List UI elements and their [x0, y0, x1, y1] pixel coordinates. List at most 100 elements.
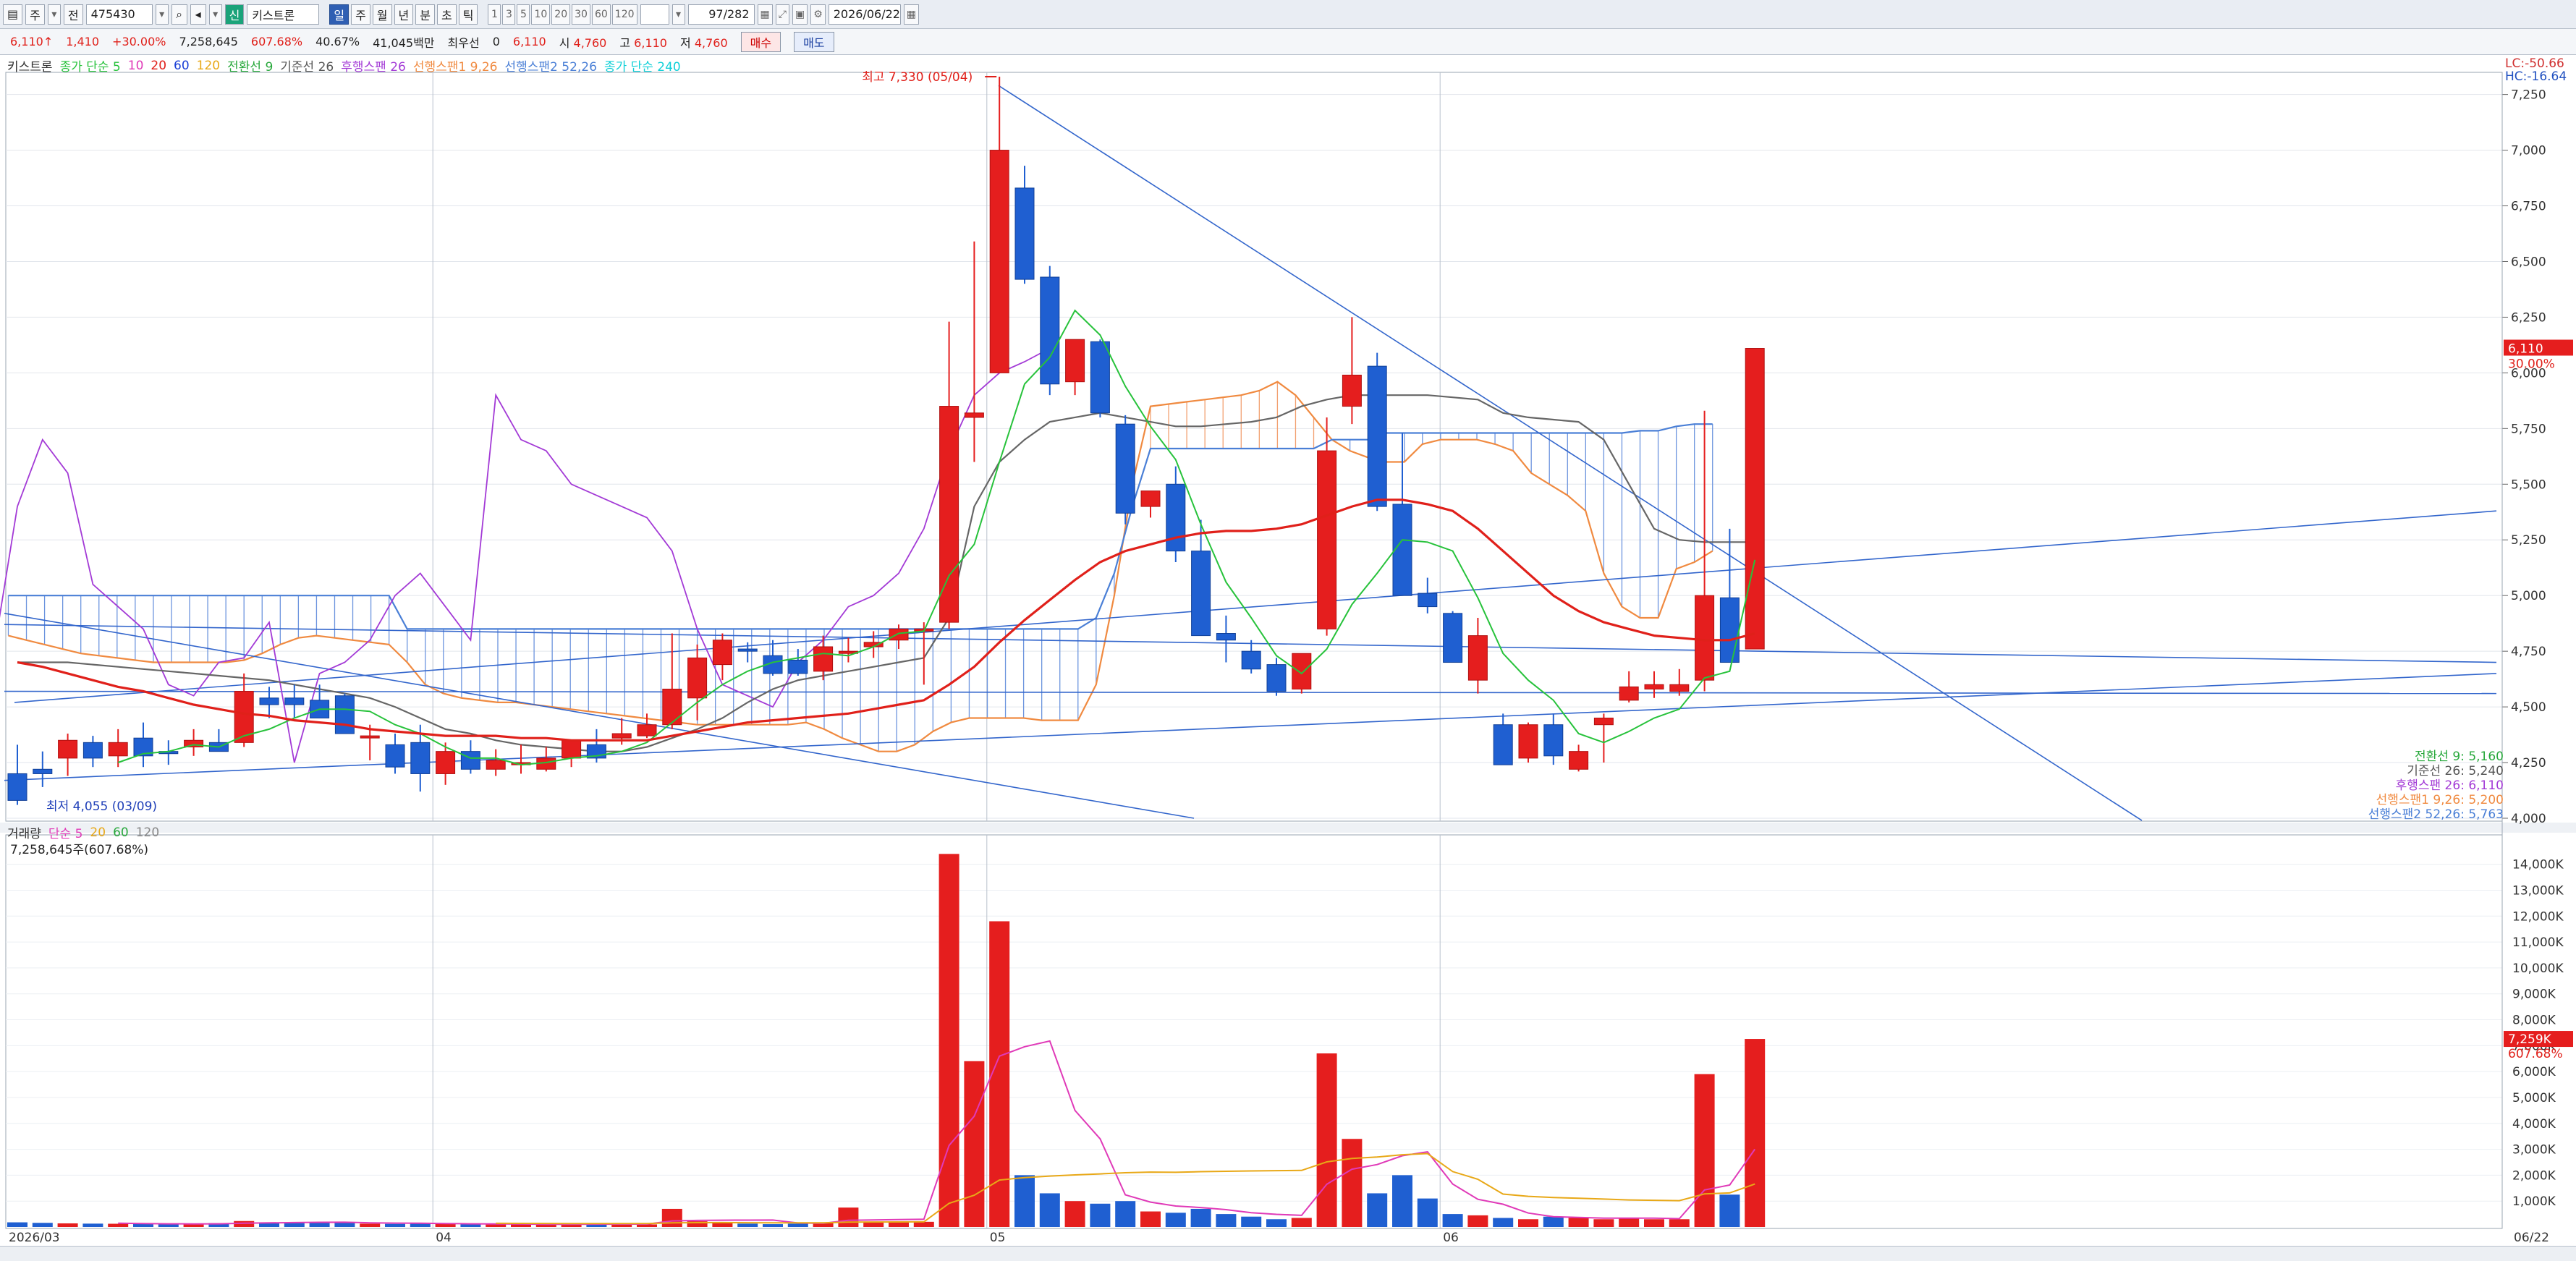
chevron-down-icon[interactable]: ▾: [155, 4, 169, 25]
quote-bar: 6,110↑ 1,410 +30.00% 7,258,645 607.68% 4…: [0, 29, 2576, 55]
chart-canvas[interactable]: 4,000 4,250 4,500 4,750 5,000 5,250 5,500 5,750…: [0, 55, 2576, 1246]
volume-bar: [661, 1208, 682, 1227]
volume-bar: [964, 1061, 985, 1227]
interval-0[interactable]: 1: [488, 4, 501, 25]
volume-bar: [334, 1223, 355, 1227]
period-tab-6[interactable]: 틱: [458, 4, 478, 25]
interval-3[interactable]: 10: [531, 4, 551, 25]
candle-body: [1040, 276, 1060, 385]
buy-button[interactable]: 매수: [740, 31, 781, 52]
period-tab-3[interactable]: 년: [394, 4, 414, 25]
price_legend-item[interactable]: 종가 단순 240: [604, 56, 681, 75]
mode-select[interactable]: 주: [25, 4, 45, 25]
price_legend-item[interactable]: 선행스팬2 52,26: [504, 56, 596, 75]
lc-label: LC:-50.66: [2505, 56, 2564, 71]
chevron-down-icon[interactable]: ▾: [671, 4, 685, 25]
candle-body: [889, 628, 909, 641]
pref-label: 최우선: [447, 35, 480, 50]
y-tick-label: 6,250: [2511, 310, 2546, 325]
volume-bar: [1568, 1218, 1589, 1227]
volume-bar: [1165, 1213, 1186, 1227]
volume-tick-label: 5,000K: [2512, 1091, 2556, 1105]
volume-bar: [1115, 1201, 1136, 1227]
ichimoku-label: 선행스팬2 52,26: 5,763: [2368, 807, 2504, 822]
horizontal-scrollbar[interactable]: [0, 1246, 2576, 1261]
volume-tick-label: 3,000K: [2512, 1143, 2556, 1158]
search-icon[interactable]: ⌕: [171, 4, 187, 25]
candle-body: [1266, 664, 1287, 692]
gear-icon[interactable]: ⚙: [810, 4, 826, 25]
volume-bar: [1719, 1194, 1740, 1227]
price_legend-item[interactable]: 선행스팬1 9,26: [413, 56, 498, 75]
interval-1[interactable]: 3: [502, 4, 516, 25]
chevron-down-icon[interactable]: ▾: [47, 4, 61, 25]
candle-body: [1695, 595, 1715, 681]
interval-input[interactable]: [640, 4, 669, 25]
candle-body: [1115, 423, 1135, 514]
candle-body: [1166, 483, 1186, 552]
price_legend-item[interactable]: 키스트론: [7, 56, 53, 75]
volume-bar: [1619, 1218, 1640, 1227]
price_legend-item[interactable]: 종가 단순 5: [60, 56, 121, 75]
volume_legend-item[interactable]: 120: [136, 825, 159, 840]
volume-tick-label: 4,000K: [2512, 1117, 2556, 1131]
candle-body: [410, 742, 431, 774]
interval-4[interactable]: 20: [551, 4, 571, 25]
pane-divider: [0, 823, 2576, 833]
volume_legend-item[interactable]: 20: [90, 825, 106, 840]
candle-body: [1493, 724, 1513, 765]
calendar-icon[interactable]: ▦: [903, 4, 919, 25]
period-tab-2[interactable]: 월: [372, 4, 392, 25]
price_legend-item[interactable]: 후행스팬 26: [341, 56, 406, 75]
candle-body: [1392, 504, 1412, 596]
interval-6[interactable]: 60: [591, 4, 611, 25]
price_legend-item[interactable]: 60: [174, 59, 190, 73]
y-tick-label: 7,000: [2511, 144, 2546, 158]
candle-body: [1669, 684, 1690, 692]
ichimoku-label: 후행스팬 26: 6,110: [2395, 778, 2504, 793]
candle-body: [1543, 724, 1564, 757]
period-tabs: 일주월년분초틱: [329, 4, 478, 25]
interval-7[interactable]: 120: [611, 4, 637, 25]
current-price-pct: 30.00%: [2508, 357, 2555, 372]
price_legend-item[interactable]: 10: [128, 59, 144, 73]
resize-icon[interactable]: ⤢: [775, 4, 789, 25]
period-tab-4[interactable]: 분: [415, 4, 435, 25]
candle-body: [360, 735, 380, 739]
interval-2[interactable]: 5: [517, 4, 530, 25]
period-tab-0[interactable]: 일: [329, 4, 349, 25]
chart-icon[interactable]: ▤: [3, 4, 23, 25]
market-select[interactable]: 전: [63, 4, 83, 25]
period-tab-5[interactable]: 초: [437, 4, 457, 25]
period-tab-1[interactable]: 주: [351, 4, 370, 25]
prev-icon[interactable]: ◂: [190, 4, 206, 25]
save-icon[interactable]: ▣: [792, 4, 808, 25]
volume-bar: [838, 1207, 859, 1227]
y-tick-label: 6,500: [2511, 255, 2546, 269]
candle-body: [82, 742, 103, 759]
volume-bar: [1316, 1053, 1337, 1227]
price_legend-item[interactable]: 20: [151, 59, 166, 73]
candle-body: [687, 657, 708, 699]
month-label: 04: [436, 1231, 452, 1245]
candle-body: [1241, 650, 1261, 670]
sell-button[interactable]: 매도: [794, 31, 834, 52]
volume-bar: [133, 1223, 153, 1227]
volume-bar: [1392, 1175, 1412, 1227]
volume-bar: [1467, 1215, 1488, 1227]
price-legend: 키스트론 종가 단순 5 10 20 60 120 전환선 9 기준선 26 후행스팬 26 선행…: [7, 56, 681, 75]
chevron-down-icon[interactable]: ▾: [208, 4, 222, 25]
volume-value: 7,258,645: [179, 35, 238, 48]
price_legend-item[interactable]: 기준선 26: [280, 56, 334, 75]
code-input[interactable]: 475430: [85, 4, 153, 25]
volume-bar: [1014, 1175, 1035, 1227]
ichimoku-label: 기준선 26: 5,240: [2407, 764, 2504, 778]
grid-icon[interactable]: ▦: [757, 4, 773, 25]
date-input[interactable]: 2026/06/22: [828, 4, 901, 25]
price_legend-item[interactable]: 전환선 9: [227, 56, 273, 75]
candle-body: [460, 751, 480, 770]
price_legend-item[interactable]: 120: [197, 59, 220, 73]
candle-body: [284, 697, 305, 705]
volume_legend-item[interactable]: 60: [113, 825, 129, 840]
interval-5[interactable]: 30: [572, 4, 590, 25]
